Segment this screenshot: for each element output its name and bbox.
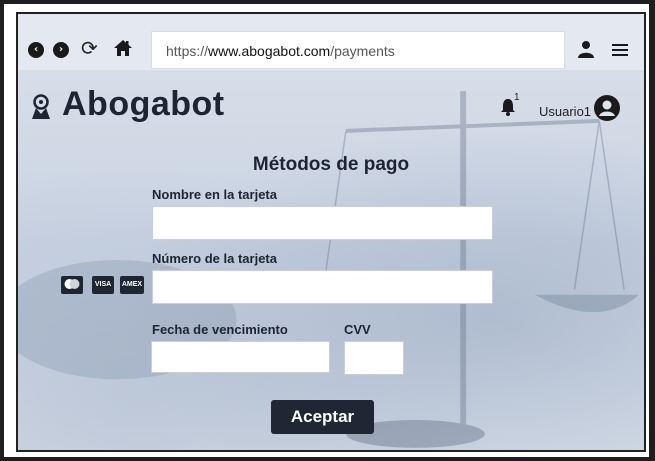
cvv-label: CVV: [344, 322, 371, 337]
url-bar[interactable]: https://www.abogabot.com/payments: [151, 31, 565, 69]
card-number-label: Número de la tarjeta: [152, 251, 277, 266]
lawyer-logo-icon: [32, 94, 50, 119]
browser-window: ‹ › ⟳ https://www.abogabot.com/payments: [16, 12, 646, 452]
page-title: Métodos de pago: [252, 154, 410, 175]
screen-frame: ‹ › ⟳ https://www.abogabot.com/payments: [4, 4, 649, 457]
visa-card-icon: VISA: [92, 276, 114, 294]
user-profile-icon[interactable]: [577, 40, 595, 58]
mastercard-icon: [61, 276, 83, 294]
menu-icon[interactable]: [612, 43, 628, 57]
card-number-input[interactable]: [152, 270, 493, 304]
user-avatar-icon[interactable]: [594, 95, 620, 121]
payment-page: Abogabot 1 Usuario1 Métodos de pago Nomb…: [18, 70, 644, 450]
cvv-input[interactable]: [344, 341, 404, 375]
expiry-date-input[interactable]: [151, 341, 330, 373]
back-icon[interactable]: ‹: [28, 42, 44, 58]
url-path: /payments: [330, 43, 395, 59]
username-label[interactable]: Usuario1: [539, 104, 591, 119]
brand-name[interactable]: Abogabot: [62, 85, 225, 124]
url-prefix: https://: [166, 43, 209, 59]
expiry-date-label: Fecha de vencimiento: [152, 322, 288, 337]
notification-count: 1: [514, 92, 520, 103]
card-name-label: Nombre en la tarjeta: [152, 187, 277, 202]
card-name-input[interactable]: [152, 206, 493, 240]
reload-icon[interactable]: ⟳: [81, 36, 98, 60]
accept-button[interactable]: Aceptar: [271, 400, 374, 434]
forward-icon[interactable]: ›: [53, 42, 69, 58]
url-domain: www.abogabot.com: [208, 43, 331, 59]
scales-of-justice-background: [18, 91, 640, 448]
browser-toolbar: ‹ › ⟳ https://www.abogabot.com/payments: [18, 14, 644, 70]
amex-card-icon: AMEX: [120, 276, 144, 294]
home-icon[interactable]: [113, 38, 133, 58]
